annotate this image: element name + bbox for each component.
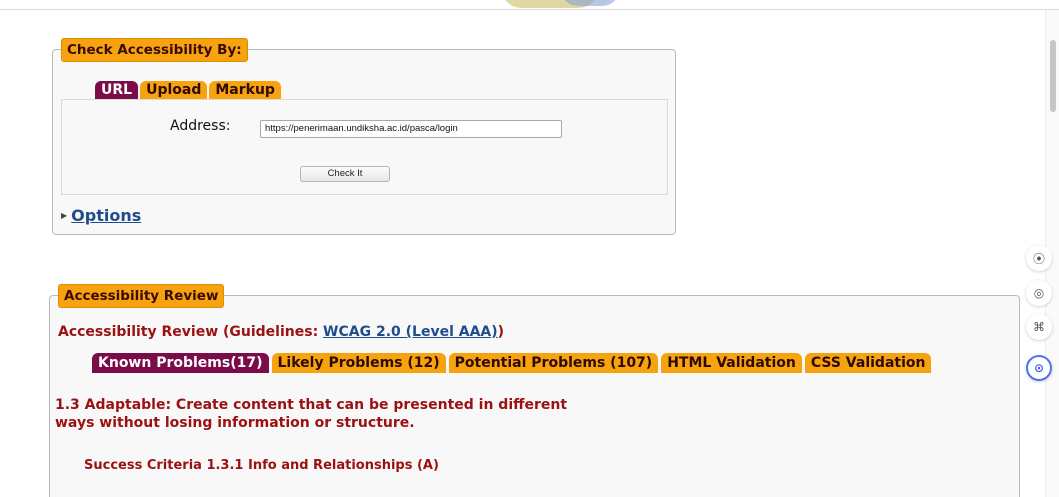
check-tabs: URL Upload Markup [95,81,281,99]
tab-likely-problems[interactable]: Likely Problems (12) [271,353,446,373]
assistant-icon[interactable]: ⊙ [1026,355,1052,381]
accessibility-review-legend: Accessibility Review [58,284,225,308]
check-accessibility-panel: Check Accessibility By: URL Upload Marku… [52,38,676,235]
tab-potential-problems[interactable]: Potential Problems (107) [448,353,659,373]
address-label: Address: [170,118,231,134]
tab-known-problems[interactable]: Known Problems(17) [92,353,269,373]
url-tab-panel: Address: https://penerimaan.undiksha.ac.… [61,99,668,195]
triangle-right-icon: ▶ [61,211,68,220]
top-banner [0,0,1059,10]
wcag-link[interactable]: WCAG 2.0 (Level AAA) [323,324,498,340]
copilot-icon[interactable]: ◎ [1026,280,1052,306]
book-icon[interactable]: ⦿ [1026,245,1052,271]
check-accessibility-legend: Check Accessibility By: [61,38,248,62]
tab-css-validation[interactable]: CSS Validation [804,353,932,373]
tab-url[interactable]: URL [95,81,139,99]
review-title: Accessibility Review (Guidelines: WCAG 2… [58,324,504,340]
review-title-prefix: Accessibility Review (Guidelines: [58,324,324,340]
tab-html-validation[interactable]: HTML Validation [661,353,802,373]
accessibility-review-panel: Accessibility Review Accessibility Revie… [49,284,1020,497]
scrollbar-thumb[interactable] [1050,40,1056,112]
guideline-heading: 1.3 Adaptable: Create content that can b… [55,397,568,431]
tab-upload[interactable]: Upload [140,81,208,99]
review-tabs: Known Problems(17) Likely Problems (12) … [92,353,932,373]
tab-markup[interactable]: Markup [209,81,281,99]
review-title-suffix: ) [497,324,505,340]
grid-icon[interactable]: ⌘ [1026,314,1052,340]
address-input[interactable]: https://penerimaan.undiksha.ac.id/pasca/… [260,120,562,138]
success-criteria-heading: Success Criteria 1.3.1 Info and Relation… [84,458,439,473]
options-toggle[interactable]: ▶ Options [61,206,141,225]
check-it-button[interactable]: Check It [300,166,390,182]
options-link[interactable]: Options [71,206,141,225]
